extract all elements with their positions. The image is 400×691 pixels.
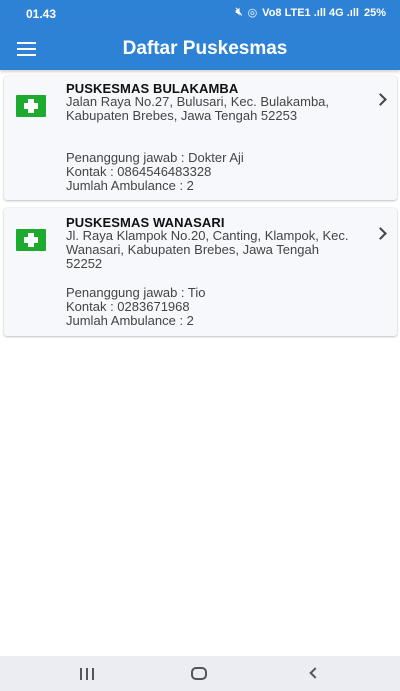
home-icon[interactable] — [191, 667, 207, 680]
jumlah-ambulance: Jumlah Ambulance : 2 — [66, 178, 194, 193]
hospital-cross-icon — [16, 95, 46, 117]
signal-icon: Vo8 LTE1 .ıll 4G .ıll — [262, 6, 359, 19]
system-nav-bar — [0, 656, 400, 691]
chevron-right-icon[interactable] — [374, 227, 387, 240]
jumlah-ambulance: Jumlah Ambulance : 2 — [66, 313, 194, 328]
page-title: Daftar Puskesmas — [122, 38, 288, 59]
penanggung-jawab: Penanggung jawab : Tio — [66, 285, 206, 300]
puskesmas-card[interactable]: PUSKESMAS BULAKAMBA Jalan Raya No.27, Bu… — [4, 76, 397, 200]
recent-apps-icon[interactable] — [80, 668, 94, 680]
back-icon[interactable] — [309, 667, 321, 679]
app-bar: Daftar Puskesmas — [0, 30, 400, 70]
hospital-cross-icon — [16, 229, 46, 251]
hotspot-icon: ◎ — [247, 7, 258, 19]
status-icons: 🔇︎ ◎ Vo8 LTE1 .ıll 4G .ıll 25% — [236, 6, 386, 19]
chevron-right-icon[interactable] — [374, 93, 387, 106]
status-time: 01.43 — [26, 7, 57, 21]
puskesmas-address: Jalan Raya No.27, Bulusari, Kec. Bulakam… — [66, 94, 330, 123]
battery-percent: 25% — [363, 6, 386, 19]
mute-icon: 🔇︎ — [235, 6, 243, 18]
kontak: Kontak : 0283671968 — [66, 299, 190, 314]
puskesmas-card[interactable]: PUSKESMAS WANASARI Jl. Raya Klampok No.2… — [4, 208, 397, 336]
kontak: Kontak : 0864546483328 — [66, 164, 212, 179]
status-bar: 01.43 🔇︎ ◎ Vo8 LTE1 .ıll 4G .ıll 25% — [0, 0, 400, 30]
puskesmas-address: Jl. Raya Klampok No.20, Canting, Klampok… — [66, 228, 349, 271]
penanggung-jawab: Penanggung jawab : Dokter Aji — [66, 150, 244, 165]
